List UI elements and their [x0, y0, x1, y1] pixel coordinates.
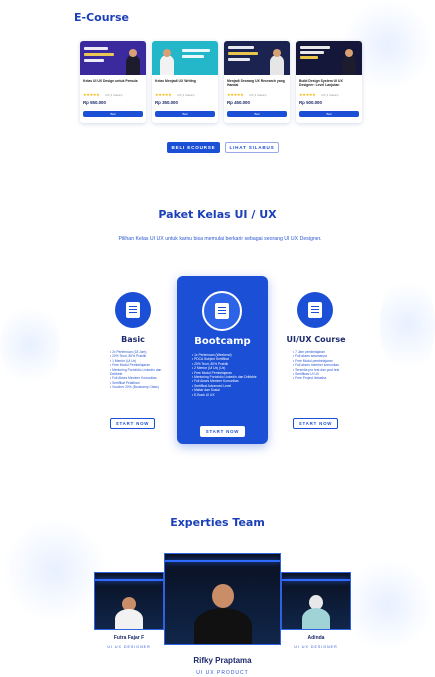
basic-package-icon	[115, 292, 151, 328]
bootcamp-feature-list: 1x Pertemuan (Weekend) PDCA Subject Sert…	[192, 353, 262, 397]
course-thumbnail	[152, 41, 218, 75]
bootcamp-package-name: Bootcamp	[194, 336, 251, 347]
rating-stars: ★★★★★	[83, 92, 100, 97]
photo-glow	[282, 579, 350, 581]
buy-ecourse-button[interactable]: BELI ECOURSE	[167, 142, 220, 153]
bootcamp-start-now-button[interactable]: START NOW	[200, 426, 245, 437]
uiux-package-name: UI/UX Course	[286, 335, 346, 344]
thumb-text-bar	[84, 53, 114, 56]
buy-course-button[interactable]: Beli	[155, 111, 215, 117]
course-thumbnail	[80, 41, 146, 75]
mentor-head	[345, 49, 353, 57]
expert-role: UI UX PRODUCT	[196, 670, 249, 676]
bootcamp-package-icon	[202, 291, 242, 331]
expert-role: UI UX DESIGNER	[294, 645, 338, 649]
course-title: Kelas UI UX Design untuk Pemula	[83, 79, 138, 83]
buy-course-button[interactable]: Beli	[83, 111, 143, 117]
thumb-text-bar	[228, 46, 254, 49]
ecourse-title: E-Course	[74, 11, 129, 24]
uiux-package-icon	[297, 292, 333, 328]
thumb-text-bar	[300, 51, 324, 54]
thumb-text-bar	[182, 55, 204, 58]
bg-blob-left	[0, 300, 60, 390]
thumb-text-bar	[300, 56, 318, 59]
rating-stars: ★★★★★	[299, 92, 316, 97]
basic-start-now-button[interactable]: START NOW	[110, 418, 155, 429]
feature-item: Free Project Ilmiasha	[293, 376, 353, 380]
uiux-start-now-button[interactable]: START NOW	[293, 418, 338, 429]
expert-name: Futra Fajar F	[113, 635, 145, 641]
review-count: 4.8 (1 Ulasan)	[177, 93, 195, 97]
buy-course-button[interactable]: Beli	[227, 111, 287, 117]
course-title: Build Design System UI UX Designer: Leve…	[299, 79, 343, 88]
expert-face	[211, 584, 234, 608]
packages-subtitle: Pilihan Kelas UI UX untuk kamu bisa memu…	[118, 236, 322, 242]
mentor-head	[273, 49, 281, 57]
course-price: Rp 450.000	[227, 100, 250, 105]
course-card[interactable]: Menjadi Seorang UX Research yang Handal …	[224, 41, 290, 123]
expert-body	[193, 608, 252, 644]
expert-photo-adinda	[281, 572, 351, 630]
mentor-figure	[160, 55, 174, 75]
photo-glow	[95, 579, 163, 581]
buy-course-button[interactable]: Beli	[299, 111, 359, 117]
mentor-figure	[270, 55, 284, 75]
course-title: Kelas Menjadi UX Writing	[155, 79, 196, 83]
thumb-text-bar	[300, 46, 330, 49]
bg-blob-bottom-right	[340, 560, 435, 650]
basic-feature-list: 2x Pertemuan (18 Jam) 20% Teori, 80% Pra…	[110, 350, 170, 390]
expert-body	[302, 608, 330, 629]
thumb-text-bar	[228, 58, 250, 61]
mentor-figure	[342, 55, 356, 75]
course-card[interactable]: Build Design System UI UX Designer: Leve…	[296, 41, 362, 123]
feature-item: E-Book UI UX	[192, 393, 262, 397]
review-count: 4.8 (1 Ulasan)	[321, 93, 339, 97]
expert-name: Rifky Praptama	[193, 656, 252, 665]
view-syllabus-button[interactable]: LIHAT SILABUS	[225, 142, 279, 153]
course-price: Rp 550.000	[83, 100, 106, 105]
basic-package-name: Basic	[121, 335, 145, 344]
course-card[interactable]: Kelas Menjadi UX Writing ★★★★★ 4.8 (1 Ul…	[152, 41, 218, 123]
thumb-text-bar	[84, 59, 104, 62]
bg-blob-right	[380, 270, 435, 380]
mentor-head	[163, 49, 171, 57]
review-count: 4.8 (1 Ulasan)	[105, 93, 123, 97]
expert-body	[115, 609, 143, 629]
expert-role: UI UX DESIGNER	[107, 645, 151, 649]
course-card[interactable]: Kelas UI UX Design untuk Pemula ★★★★★ 4.…	[80, 41, 146, 123]
rating-stars: ★★★★★	[155, 92, 172, 97]
photo-glow	[165, 560, 280, 562]
mentor-head	[129, 49, 137, 57]
thumb-text-bar	[228, 52, 258, 55]
course-price: Rp 500.000	[299, 100, 322, 105]
expert-photo-rifky	[164, 553, 281, 645]
thumb-text-bar	[84, 47, 108, 50]
mentor-figure	[126, 55, 140, 75]
review-count: 4.8 (1 Ulasan)	[249, 93, 267, 97]
course-card-list: Kelas UI UX Design untuk Pemula ★★★★★ 4.…	[80, 41, 366, 123]
feature-item: Voucher 20% (Bootcamp Class)	[110, 385, 170, 389]
uiux-feature-list: 7 Jam pembelajaran Full akses selamanya …	[293, 350, 353, 381]
course-thumbnail	[296, 41, 362, 75]
course-price: Rp 350.000	[155, 100, 178, 105]
course-title: Menjadi Seorang UX Research yang Handal	[227, 79, 285, 88]
expert-name: Adinda	[307, 635, 325, 641]
thumb-text-bar	[182, 49, 210, 52]
course-thumbnail	[224, 41, 290, 75]
expert-photo-futra	[94, 572, 164, 630]
feature-item: Mentoring Portofolio LinkedIn dan Dribbb…	[110, 368, 170, 377]
rating-stars: ★★★★★	[227, 92, 244, 97]
experts-title: Experties Team	[170, 516, 265, 529]
packages-title: Paket Kelas UI / UX	[158, 208, 277, 221]
